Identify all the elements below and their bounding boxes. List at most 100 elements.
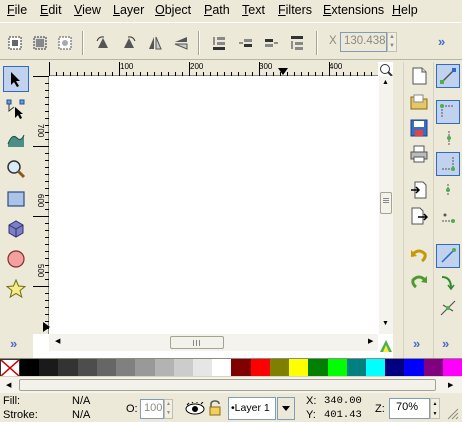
toolbox-overflow-icon[interactable]: »: [10, 336, 17, 351]
color-swatch[interactable]: [365, 359, 386, 377]
zoom-spin-button[interactable]: ▲ ▼: [430, 398, 440, 419]
color-swatch[interactable]: [327, 359, 347, 377]
palette-scroll-right-icon[interactable]: ▶: [448, 381, 453, 389]
horizontal-ruler[interactable]: 100 200 300 400: [49, 62, 378, 76]
zoom-corner-icon[interactable]: [379, 63, 393, 77]
menu-edit[interactable]: Edit: [40, 3, 62, 17]
save-icon[interactable]: [407, 116, 431, 140]
scroll-right-icon[interactable]: ▶: [368, 337, 373, 345]
palette-scrollbar[interactable]: ◀ ▶: [0, 376, 462, 393]
resize-grip-icon[interactable]: [447, 408, 459, 420]
drawing-page[interactable]: [50, 77, 377, 334]
color-swatch[interactable]: [269, 359, 290, 377]
snap-nodes-icon[interactable]: [436, 244, 460, 268]
no-paint-swatch[interactable]: [0, 359, 20, 377]
opacity-input[interactable]: 100: [140, 399, 164, 419]
x-coordinate-input[interactable]: 130.438: [340, 32, 387, 52]
eye-icon[interactable]: [185, 402, 205, 416]
vertical-ruler[interactable]: 700 600 500: [33, 76, 50, 334]
snap-enable-icon[interactable]: [436, 64, 460, 88]
3d-box-tool-icon[interactable]: [3, 216, 29, 242]
deselect-icon[interactable]: [54, 32, 76, 54]
ellipse-tool-icon[interactable]: [3, 246, 29, 272]
horizontal-scroll-thumb[interactable]: [170, 336, 224, 349]
selector-tool-icon[interactable]: [3, 66, 29, 92]
color-swatch[interactable]: [231, 359, 251, 377]
color-swatch[interactable]: [135, 359, 155, 377]
toolbar-overflow-icon[interactable]: »: [438, 34, 445, 49]
menu-text[interactable]: Text: [242, 3, 265, 17]
x-spin-button[interactable]: ▲ ▼: [387, 32, 397, 52]
color-swatch[interactable]: [346, 359, 366, 377]
snap-overflow-icon[interactable]: »: [442, 336, 449, 351]
snap-bbox-corner-icon[interactable]: [436, 152, 460, 176]
menu-view[interactable]: View: [74, 3, 101, 17]
color-swatch[interactable]: [173, 359, 193, 377]
color-swatch[interactable]: [20, 359, 40, 377]
lower-icon[interactable]: [234, 32, 256, 54]
color-swatch[interactable]: [192, 359, 213, 377]
snap-bbox-icon[interactable]: [436, 100, 460, 124]
vertical-scroll-thumb[interactable]: [380, 192, 392, 214]
snap-center-icon[interactable]: [436, 204, 460, 228]
raise-to-top-icon[interactable]: [286, 32, 308, 54]
opacity-spin-button[interactable]: ▲ ▼: [164, 399, 173, 419]
menu-help[interactable]: Help: [392, 3, 418, 17]
color-swatch[interactable]: [77, 359, 97, 377]
color-swatch[interactable]: [385, 359, 405, 377]
vertical-scrollbar[interactable]: ▲ ▼: [378, 76, 393, 334]
color-swatch[interactable]: [442, 359, 462, 377]
zoom-input[interactable]: 70%: [389, 398, 430, 419]
palette-scroll-left-icon[interactable]: ◀: [6, 381, 11, 389]
layer-dropdown-button[interactable]: [277, 397, 295, 420]
color-swatch[interactable]: [116, 359, 136, 377]
menu-layer[interactable]: Layer: [113, 3, 144, 17]
undo-icon[interactable]: [407, 244, 431, 268]
lower-to-bottom-icon[interactable]: [208, 32, 230, 54]
color-swatch[interactable]: [58, 359, 78, 377]
color-swatch[interactable]: [404, 359, 424, 377]
redo-icon[interactable]: [407, 270, 431, 294]
print-icon[interactable]: [407, 142, 431, 166]
color-swatch[interactable]: [308, 359, 328, 377]
color-swatch[interactable]: [212, 359, 232, 377]
menu-path[interactable]: Path: [204, 3, 230, 17]
flip-horizontal-icon[interactable]: [144, 32, 166, 54]
rotate-cw-icon[interactable]: [118, 32, 140, 54]
fill-value[interactable]: N/A: [72, 395, 90, 407]
new-document-icon[interactable]: [407, 64, 431, 88]
zoom-tool-icon[interactable]: [3, 156, 29, 182]
star-tool-icon[interactable]: [3, 276, 29, 302]
layer-dropdown[interactable]: •Layer 1: [228, 397, 276, 420]
commands-overflow-icon[interactable]: »: [413, 336, 420, 351]
color-swatch[interactable]: [250, 359, 270, 377]
color-swatch[interactable]: [39, 359, 59, 377]
lock-icon[interactable]: [209, 400, 221, 416]
snap-bbox-edge-icon[interactable]: [436, 126, 460, 150]
select-all-layers-icon[interactable]: [29, 32, 51, 54]
export-icon[interactable]: [407, 204, 431, 228]
scroll-down-icon[interactable]: ▼: [382, 320, 389, 327]
tweak-tool-icon[interactable]: [3, 126, 29, 152]
color-swatch[interactable]: [96, 359, 117, 377]
scroll-up-icon[interactable]: ▲: [382, 79, 389, 86]
menu-file[interactable]: File: [7, 3, 27, 17]
rotate-ccw-icon[interactable]: [92, 32, 114, 54]
color-swatch[interactable]: [289, 359, 309, 377]
color-swatch[interactable]: [154, 359, 174, 377]
raise-icon[interactable]: [260, 32, 282, 54]
snap-intersection-icon[interactable]: [436, 296, 460, 320]
snap-path-icon[interactable]: [436, 270, 460, 294]
snap-bbox-midpoint-icon[interactable]: [436, 178, 460, 202]
rectangle-tool-icon[interactable]: [3, 186, 29, 212]
menu-filters[interactable]: Filters: [278, 3, 312, 17]
scroll-left-icon[interactable]: ◀: [55, 337, 60, 345]
stroke-value[interactable]: N/A: [72, 409, 90, 421]
palette-scroll-thumb[interactable]: [19, 379, 436, 391]
node-tool-icon[interactable]: [3, 96, 29, 122]
menu-extensions[interactable]: Extensions: [323, 3, 384, 17]
open-icon[interactable]: [407, 90, 431, 114]
flip-vertical-icon[interactable]: [170, 32, 192, 54]
color-swatch[interactable]: [423, 359, 443, 377]
import-icon[interactable]: [407, 178, 431, 202]
